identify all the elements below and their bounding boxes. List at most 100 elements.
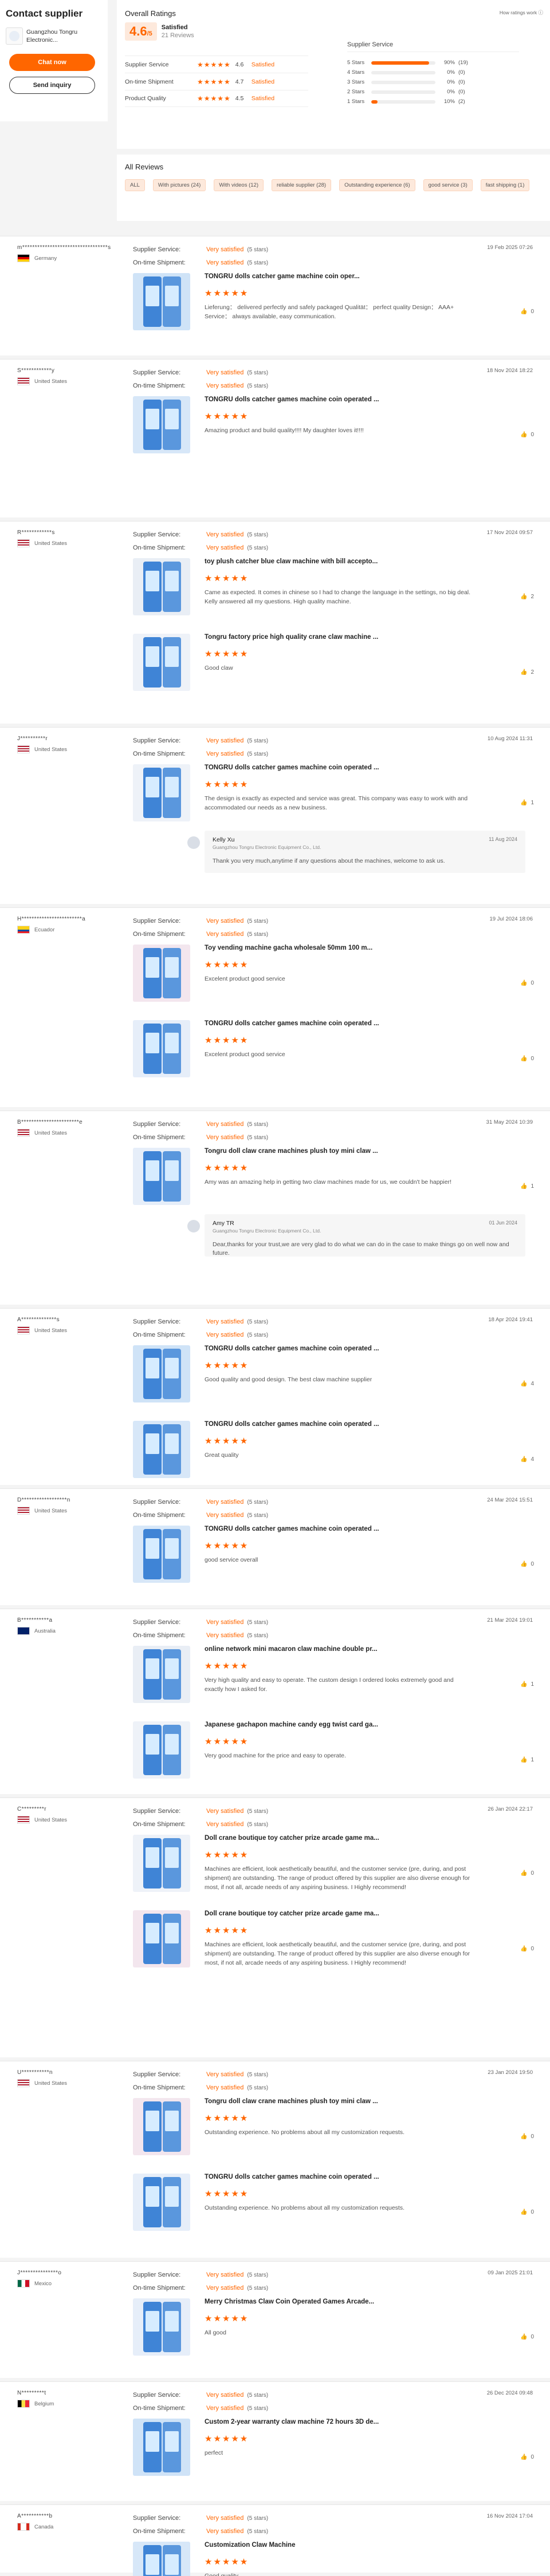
reviewed-product: Tongru doll claw crane machines plush to… [133,2098,534,2161]
product-title[interactable]: online network mini macaron claw machine… [205,1646,378,1653]
product-thumbnail[interactable] [133,2174,190,2231]
supplier-logo-icon [6,27,23,45]
helpful-button[interactable]: 👍 0 [520,1946,534,1952]
product-thumbnail[interactable] [133,273,190,330]
product-title[interactable]: Toy vending machine gacha wholesale 50mm… [205,945,372,951]
review-card: m**********************************s Ger… [0,236,550,355]
helpful-button[interactable]: 👍 4 [520,1456,534,1463]
product-title[interactable]: TONGRU dolls catcher games machine coin … [205,2174,379,2180]
reviewed-product: TONGRU dolls catcher games machine coin … [133,764,534,827]
product-thumbnail[interactable] [133,634,190,691]
product-star-rating: ★★★★★ [205,960,249,970]
contact-title: Contact supplier [6,8,83,19]
product-title[interactable]: Customization Claw Machine [205,2542,295,2549]
product-star-rating: ★★★★★ [205,1737,249,1747]
helpful-button[interactable]: 👍 0 [520,309,534,315]
helpful-button[interactable]: 👍 0 [520,2334,534,2340]
product-title[interactable]: Tongru factory price high quality crane … [205,634,378,641]
product-title[interactable]: TONGRU dolls catcher games machine coin … [205,1020,379,1027]
product-title[interactable]: TONGRU dolls catcher games machine coin … [205,1421,379,1428]
product-title[interactable]: TONGRU dolls catcher games machine coin … [205,764,379,771]
reviewer-country: United States [17,1129,120,1137]
helpful-button[interactable]: 👍 1 [520,1681,534,1688]
product-thumbnail[interactable] [133,1835,190,1892]
filter-tag[interactable]: fast shipping (1) [480,179,530,191]
helpful-button[interactable]: 👍 0 [520,432,534,438]
product-title[interactable]: TONGRU dolls catcher games machine coin … [205,1526,379,1532]
reviewer-country: United States [17,1507,120,1515]
product-thumbnail[interactable] [133,945,190,1002]
product-thumbnail[interactable] [133,2542,190,2576]
product-title[interactable]: Tongru doll claw crane machines plush to… [205,2098,378,2105]
reply-text: Thank you very much,anytime if any quest… [213,858,445,864]
claw-machine-icon [143,2101,162,2152]
product-title[interactable]: TONGRU dolls catcher games machine coin … [205,1345,379,1352]
filter-tag[interactable]: good service (3) [423,179,473,191]
how-ratings-work-link[interactable]: How ratings work ⓘ [500,9,543,16]
filter-tag[interactable]: ALL [125,179,145,191]
product-title[interactable]: Japanese gachapon machine candy egg twis… [205,1721,378,1728]
product-thumbnail[interactable] [133,1910,190,1967]
helpful-button[interactable]: 👍 4 [520,1381,534,1387]
product-thumbnail[interactable] [133,558,190,615]
filter-tag[interactable]: Outstanding experience (6) [339,179,415,191]
helpful-button[interactable]: 👍 0 [520,1870,534,1876]
product-thumbnail[interactable] [133,764,190,821]
product-thumbnail[interactable] [133,1721,190,1779]
product-thumbnail[interactable] [133,1526,190,1583]
review-service-ratings: Supplier Service: Very satisfied (5 stars)… [133,2271,269,2291]
product-thumbnail[interactable] [133,396,190,453]
helpful-button[interactable]: 👍 0 [520,2209,534,2215]
product-title[interactable]: toy plush catcher blue claw machine with… [205,558,378,565]
review-filter-tags: ALL With pictures (24) With videos (12) rel… [125,179,542,191]
claw-machine-icon [163,1838,181,1888]
review-date: 21 Mar 2024 19:01 [487,1617,533,1623]
reviewer-name: R************s [17,530,55,536]
review-text: Great quality [205,1452,239,1459]
helpful-button[interactable]: 👍 2 [520,594,534,600]
product-thumbnail[interactable] [133,1646,190,1703]
supplier-name[interactable]: Guangzhou Tongru Electronic... [26,28,89,44]
product-title[interactable]: TONGRU dolls catcher games machine coin … [205,396,379,403]
product-thumbnail[interactable] [133,2419,190,2476]
review-count: 21 Reviews [161,32,194,39]
helpful-button[interactable]: 👍 0 [520,980,534,986]
claw-machine-icon [163,1024,181,1074]
reviewed-product: Tongru doll claw crane machines plush to… [133,1148,534,1211]
claw-machine-icon [163,1151,181,1202]
review-service-ratings: Supplier Service: Very satisfied (5 stars)… [133,1318,269,1338]
helpful-button[interactable]: 👍 0 [520,1056,534,1062]
helpful-button[interactable]: 👍 1 [520,800,534,806]
claw-machine-icon [163,276,181,327]
product-thumbnail[interactable] [133,1421,190,1478]
supplier-row[interactable]: Guangzhou Tongru Electronic... [6,27,102,45]
helpful-button[interactable]: 👍 2 [520,669,534,675]
helpful-button[interactable]: 👍 0 [520,2134,534,2140]
product-thumbnail[interactable] [133,1345,190,1402]
review-card: A***********b Canada 16 Nov 2024 17:04 S… [0,2504,550,2576]
country-flag-icon [17,1326,30,1334]
chat-now-button[interactable]: Chat now [9,54,95,71]
product-thumbnail[interactable] [133,2298,190,2356]
claw-machine-icon [163,2177,181,2227]
filter-tag[interactable]: reliable supplier (28) [271,179,332,191]
product-thumbnail[interactable] [133,1020,190,1077]
product-title[interactable]: Doll crane boutique toy catcher prize ar… [205,1910,379,1917]
product-thumbnail[interactable] [133,1148,190,1205]
product-title[interactable]: Custom 2-year warranty claw machine 72 h… [205,2419,379,2425]
product-title[interactable]: Tongru doll claw crane machines plush to… [205,1148,378,1155]
product-title[interactable]: Doll crane boutique toy catcher prize ar… [205,1835,379,1842]
filter-tag[interactable]: With pictures (24) [152,179,206,191]
rating-bar [371,90,435,94]
product-title[interactable]: Merry Christmas Claw Coin Operated Games… [205,2298,374,2305]
helpful-button[interactable]: 👍 1 [520,1757,534,1763]
country-flag-icon [17,539,30,547]
helpful-button[interactable]: 👍 0 [520,1561,534,1567]
send-inquiry-button[interactable]: Send inquiry [9,77,95,94]
helpful-button[interactable]: 👍 0 [520,2454,534,2460]
product-thumbnail[interactable] [133,2098,190,2155]
helpful-button[interactable]: 👍 1 [520,1183,534,1190]
review-text: All good [205,2329,226,2336]
product-title[interactable]: TONGRU dolls catcher game machine coin o… [205,273,360,280]
filter-tag[interactable]: With videos (12) [214,179,264,191]
